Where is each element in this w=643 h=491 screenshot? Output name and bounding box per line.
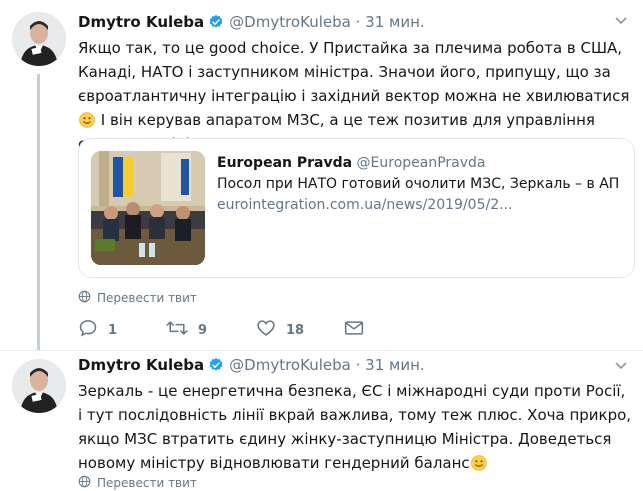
avatar[interactable]	[12, 359, 66, 413]
reply-count: 1	[108, 322, 118, 338]
like-button[interactable]: 18	[256, 318, 304, 342]
direct-message-button[interactable]	[344, 318, 364, 342]
tweet-header: Dmytro Kuleba @DmytroKuleba · 31 мин.	[78, 355, 425, 378]
translate-label: Перевести твит	[97, 291, 197, 305]
author-name[interactable]: Dmytro Kuleba	[78, 13, 204, 31]
reply-button[interactable]: 1	[78, 318, 117, 342]
retweet-count: 9	[198, 322, 208, 338]
tweet-text-part: Якщо так, то це good choice. У Пристайка…	[78, 39, 630, 105]
globe-icon	[78, 290, 91, 306]
timestamp[interactable]: 31 мин.	[365, 356, 425, 374]
tweet-header: Dmytro Kuleba @DmytroKuleba · 31 мин.	[78, 12, 425, 35]
separator: ·	[355, 356, 361, 374]
envelope-icon	[344, 319, 364, 341]
link-card[interactable]: European Pravda @EuropeanPravda Посол пр…	[78, 138, 635, 278]
author-handle[interactable]: @DmytroKuleba	[229, 13, 351, 31]
translate-button[interactable]: Перевести твит	[78, 475, 197, 491]
card-description: Посол при НАТО готовий очолити МЗС, Зерк…	[217, 176, 620, 192]
retweet-button[interactable]: 9	[166, 318, 207, 342]
verified-badge-icon	[208, 14, 224, 35]
tweet-text: Зеркаль - це енергетична безпека, ЄС і м…	[78, 379, 633, 475]
card-thumbnail	[91, 151, 205, 265]
timestamp[interactable]: 31 мин.	[365, 13, 425, 31]
reply-icon	[78, 318, 98, 342]
author-handle[interactable]: @DmytroKuleba	[229, 356, 351, 374]
slightly-smiling-face-emoji	[470, 454, 487, 471]
separator: ·	[355, 13, 361, 31]
verified-badge-icon	[208, 357, 224, 378]
tweet-text-part: Зеркаль - це енергетична безпека, ЄС і м…	[78, 382, 632, 472]
slightly-smiling-face-emoji	[79, 111, 95, 128]
avatar[interactable]	[12, 12, 66, 66]
author-name[interactable]: Dmytro Kuleba	[78, 356, 204, 374]
globe-icon	[78, 475, 91, 491]
card-source-handle: @EuropeanPravda	[356, 155, 486, 171]
chevron-down-icon[interactable]	[615, 14, 627, 28]
thread-connector	[37, 74, 40, 350]
card-source-name: European Pravda	[217, 155, 353, 171]
tweet[interactable]: Dmytro Kuleba @DmytroKuleba · 31 мин. Зер…	[0, 350, 643, 490]
tweet[interactable]: Dmytro Kuleba @DmytroKuleba · 31 мин. Якщ…	[0, 0, 643, 350]
chevron-down-icon[interactable]	[615, 359, 627, 373]
translate-button[interactable]: Перевести твит	[78, 290, 197, 306]
card-link[interactable]: eurointegration.com.ua/news/2019/05/2...	[217, 195, 627, 216]
translate-label: Перевести твит	[97, 476, 197, 490]
heart-icon	[256, 318, 276, 342]
like-count: 18	[286, 322, 305, 338]
retweet-icon	[166, 318, 188, 342]
